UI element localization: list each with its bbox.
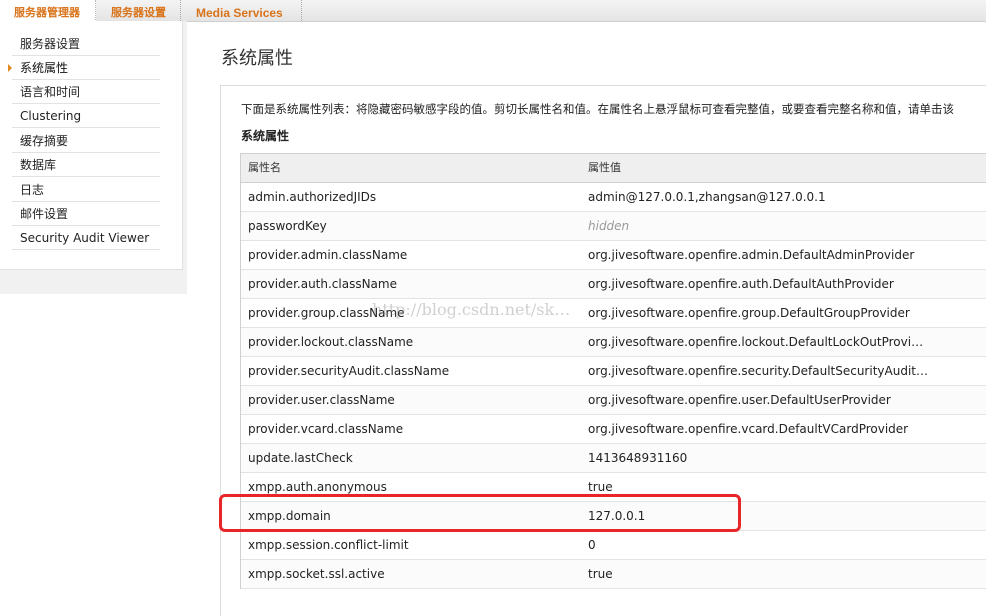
property-value: admin@127.0.0.1,zhangsan@127.0.0.1 (588, 190, 826, 204)
column-header-name: 属性名 (248, 161, 281, 174)
property-value: hidden (588, 219, 630, 233)
table-row[interactable]: provider.auth.className org.jivesoftware.… (241, 270, 986, 299)
table-row[interactable]: provider.lockout.className org.jivesoftwa… (241, 328, 986, 357)
tab-media-services[interactable]: Media Services (182, 0, 302, 21)
table-header: 属性名 属性值 (241, 154, 986, 183)
sidebar-item-label: Security Audit Viewer (20, 231, 150, 245)
sidebar-item-cache-summary[interactable]: 缓存摘要 (12, 129, 160, 153)
property-name[interactable]: provider.auth.className (248, 270, 397, 298)
tab-server-settings[interactable]: 服务器设置 (97, 0, 181, 21)
sidebar-panel: 服务器设置 系统属性 语言和时间 Clustering 缓存摘要 数据库 日志 … (0, 21, 183, 270)
sidebar-item-clustering[interactable]: Clustering (12, 104, 160, 128)
section-title: 系统属性 (241, 129, 290, 143)
property-value: org.jivesoftware.openfire.user.DefaultUs… (588, 393, 891, 407)
sidebar-item-label: 日志 (20, 183, 45, 197)
property-value: org.jivesoftware.openfire.lockout.Defaul… (588, 335, 924, 349)
table-row[interactable]: provider.admin.className org.jivesoftware… (241, 241, 986, 270)
sidebar-item-language-time[interactable]: 语言和时间 (12, 80, 160, 104)
sidebar-item-label: 数据库 (20, 158, 57, 172)
property-value: org.jivesoftware.openfire.security.Defau… (588, 364, 928, 378)
sidebar-item-database[interactable]: 数据库 (12, 153, 160, 177)
table-row[interactable]: provider.securityAudit.className org.jive… (241, 357, 986, 386)
property-name[interactable]: provider.admin.className (248, 241, 407, 269)
highlight-box (219, 494, 741, 532)
sidebar: 服务器设置 系统属性 语言和时间 Clustering 缓存摘要 数据库 日志 … (0, 21, 187, 294)
property-name[interactable]: passwordKey (248, 212, 327, 240)
property-name[interactable]: provider.securityAudit.className (248, 357, 449, 385)
property-name[interactable]: provider.lockout.className (248, 328, 413, 356)
sidebar-item-email-settings[interactable]: 邮件设置 (12, 202, 160, 226)
sidebar-item-label: Clustering (20, 109, 82, 123)
sidebar-item-label: 缓存摘要 (20, 134, 69, 148)
sidebar-item-label: 语言和时间 (20, 85, 81, 99)
table-row[interactable]: xmpp.socket.ssl.active true (241, 560, 986, 589)
property-name[interactable]: xmpp.session.conflict-limit (248, 531, 409, 559)
sidebar-item-server-settings[interactable]: 服务器设置 (12, 32, 160, 56)
sidebar-item-label: 服务器设置 (20, 37, 81, 51)
table-row[interactable]: passwordKey hidden (241, 212, 986, 241)
property-name[interactable]: provider.user.className (248, 386, 395, 414)
table-row[interactable]: provider.group.className org.jivesoftware… (241, 299, 986, 328)
property-value: org.jivesoftware.openfire.group.DefaultG… (588, 306, 910, 320)
sidebar-item-system-properties[interactable]: 系统属性 (8, 56, 160, 80)
property-name[interactable]: provider.vcard.className (248, 415, 403, 443)
page-description: 下面是系统属性列表：将隐藏密码敏感字段的值。剪切长属性名和值。在属性名上悬浮鼠标… (241, 102, 954, 116)
property-value: org.jivesoftware.openfire.auth.DefaultAu… (588, 277, 894, 291)
table-row[interactable]: provider.user.className org.jivesoftware.… (241, 386, 986, 415)
table-row[interactable]: xmpp.session.conflict-limit 0 (241, 531, 986, 560)
property-value: org.jivesoftware.openfire.vcard.DefaultV… (588, 422, 909, 436)
sidebar-item-label: 系统属性 (20, 61, 69, 75)
property-value: true (588, 567, 613, 581)
table-row[interactable]: update.lastCheck 1413648931160 (241, 444, 986, 473)
sidebar-item-logs[interactable]: 日志 (12, 178, 160, 202)
property-value: org.jivesoftware.openfire.admin.DefaultA… (588, 248, 915, 262)
watermark: http://blog.csdn.net/sk… (372, 300, 571, 319)
sidebar-item-security-audit-viewer[interactable]: Security Audit Viewer (12, 226, 160, 250)
column-header-value: 属性值 (588, 161, 621, 174)
property-name[interactable]: xmpp.socket.ssl.active (248, 560, 385, 588)
active-arrow-icon (8, 64, 12, 72)
page-title: 系统属性 (221, 48, 293, 69)
table-row[interactable]: admin.authorizedJIDs admin@127.0.0.1,zhan… (241, 183, 986, 212)
tab-server-manager[interactable]: 服务器管理器 (0, 0, 96, 22)
property-name[interactable]: admin.authorizedJIDs (248, 183, 376, 211)
property-name[interactable]: update.lastCheck (248, 444, 353, 472)
top-tab-bar: 服务器管理器 服务器设置 Media Services (0, 0, 986, 22)
property-value: 1413648931160 (588, 451, 688, 465)
table-row[interactable]: provider.vcard.className org.jivesoftware… (241, 415, 986, 444)
sidebar-item-label: 邮件设置 (20, 207, 69, 221)
property-value: 0 (588, 538, 596, 552)
